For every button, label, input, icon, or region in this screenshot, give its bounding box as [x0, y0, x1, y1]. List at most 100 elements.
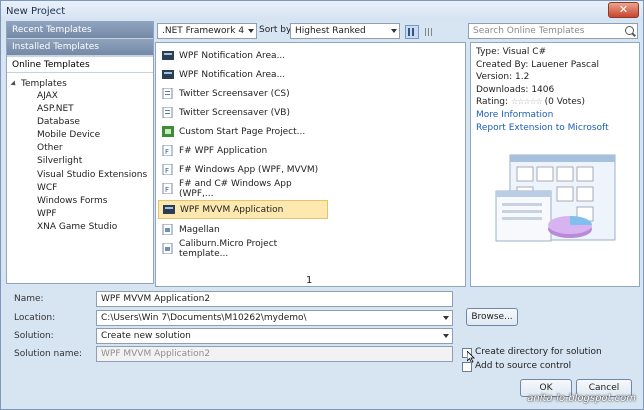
browse-button[interactable]: Browse... — [466, 308, 518, 326]
template-name: Caliburn.Micro Project template... — [179, 238, 278, 259]
name-label: Name: — [14, 294, 44, 304]
twitter-icon — [162, 107, 173, 118]
wpf-icon — [162, 51, 174, 60]
report-extension-link[interactable]: Report Extension to Microsoft — [476, 122, 639, 135]
solution-name-label: Solution name: — [14, 349, 83, 359]
template-name: F# Windows App (WPF, MVVM) — [179, 164, 319, 175]
chevron-down-icon — [391, 29, 397, 33]
tree-node-other[interactable]: Other — [12, 142, 153, 155]
tree-node-vs-extensions[interactable]: Visual Studio Extensions — [12, 169, 153, 182]
twitter-icon — [162, 88, 173, 99]
template-name: Custom Start Page Project... — [179, 126, 306, 137]
template-item[interactable]: WPF Notification Area... — [158, 65, 328, 84]
sort-select[interactable]: Highest Ranked — [290, 23, 400, 39]
template-item[interactable]: F F# WPF Application — [158, 141, 328, 160]
chevron-down-icon — [443, 334, 449, 338]
tree-node-templates[interactable]: Templates — [10, 77, 153, 90]
name-input[interactable]: WPF MVVM Application2 — [96, 291, 453, 307]
close-button[interactable]: ✕ — [608, 2, 639, 18]
tree-node-windows-forms[interactable]: Windows Forms — [12, 195, 153, 208]
framework-value: .NET Framework 4 — [162, 26, 245, 36]
tree-node-xna[interactable]: XNA Game Studio — [12, 221, 153, 234]
tree-node-wpf[interactable]: WPF — [12, 208, 153, 221]
source-control-checkbox[interactable] — [462, 362, 472, 372]
list-view-icon[interactable] — [405, 25, 419, 39]
startpage-icon — [162, 126, 174, 137]
fsharp-icon: F — [162, 183, 173, 194]
solution-value: Create new solution — [101, 331, 191, 341]
page-number[interactable]: 1 — [306, 275, 312, 286]
template-name: Magellan — [179, 224, 220, 235]
project-icon — [162, 243, 173, 254]
wpf-icon — [163, 205, 175, 214]
sidebar-item-recent-templates[interactable]: Recent Templates — [7, 22, 153, 39]
source-control-label[interactable]: Add to source control — [475, 361, 571, 371]
chevron-down-icon — [443, 316, 449, 320]
tree-node-silverlight[interactable]: Silverlight — [12, 155, 153, 168]
template-name: Twitter Screensaver (VB) — [179, 107, 290, 118]
framework-select[interactable]: .NET Framework 4 — [157, 23, 257, 39]
location-label: Location: — [14, 313, 56, 323]
search-placeholder: Search Online Templates — [473, 26, 585, 36]
template-details: Type: Visual C# Created By: Lauener Pasc… — [470, 42, 640, 287]
solution-select[interactable]: Create new solution — [96, 328, 453, 344]
rating-stars-icon: ☆☆☆☆☆ — [510, 97, 543, 107]
solution-name-input[interactable]: WPF MVVM Application2 — [96, 346, 453, 362]
rating-label: Rating: — [476, 97, 509, 108]
template-preview-image — [495, 154, 616, 242]
detail-version: Version: 1.2 — [476, 72, 530, 83]
project-form: Name: WPF MVVM Application2 Location: C:… — [6, 287, 638, 405]
solution-label: Solution: — [14, 331, 54, 341]
location-input[interactable]: C:\Users\Win 7\Documents\M10262\mydemo\ — [96, 310, 453, 326]
template-toolbar: .NET Framework 4 Sort by: Highest Ranked — [155, 21, 466, 41]
sidebar-item-installed-templates[interactable]: Installed Templates — [7, 39, 153, 56]
tree-root-label: Templates — [21, 78, 67, 89]
sidebar-item-online-templates[interactable]: Online Templates — [7, 56, 153, 73]
svg-text:F: F — [165, 148, 169, 156]
sort-label: Sort by: — [259, 25, 294, 35]
template-name: Twitter Screensaver (CS) — [179, 88, 290, 99]
template-item[interactable]: Magellan — [158, 220, 328, 239]
tree-node-database[interactable]: Database — [12, 116, 153, 129]
tree-node-aspnet[interactable]: ASP.NET — [12, 103, 153, 116]
expand-triangle-icon[interactable] — [10, 79, 18, 88]
tree-node-wcf[interactable]: WCF — [12, 182, 153, 195]
template-tree: Templates AJAX ASP.NET Database Mobile D… — [7, 73, 153, 234]
template-name: WPF Notification Area... — [179, 50, 286, 61]
detail-downloads: Downloads: 1406 — [476, 84, 555, 95]
detail-created-by: Created By: Lauener Pascal — [476, 59, 599, 70]
template-item[interactable]: WPF Notification Area... — [158, 46, 328, 65]
template-item[interactable]: F F# Windows App (WPF, MVVM) — [158, 160, 328, 179]
template-list: WPF Notification Area... WPF Notificatio… — [155, 42, 466, 287]
fsharp-icon: F — [162, 164, 173, 175]
title-bar: New Project ✕ — [1, 1, 643, 21]
template-item-selected[interactable]: WPF MVVM Application — [158, 200, 328, 219]
project-icon — [162, 224, 173, 235]
search-icon[interactable] — [625, 26, 634, 35]
sort-value: Highest Ranked — [295, 26, 366, 36]
template-name: WPF MVVM Application — [180, 204, 284, 215]
location-value: C:\Users\Win 7\Documents\M10262\mydemo\ — [101, 313, 307, 323]
more-information-link[interactable]: More Information — [476, 109, 639, 122]
svg-text:F: F — [165, 167, 169, 175]
template-item[interactable]: Twitter Screensaver (VB) — [158, 103, 328, 122]
create-directory-label[interactable]: Create directory for solution — [475, 347, 602, 357]
detail-rating: Rating: ☆☆☆☆☆ (0 Votes) — [476, 96, 639, 109]
template-item[interactable]: Custom Start Page Project... — [158, 122, 328, 141]
chevron-down-icon — [248, 29, 254, 33]
rating-votes: (0 Votes) — [544, 97, 586, 108]
window-title: New Project — [6, 6, 66, 17]
template-name: F# WPF Application — [179, 145, 268, 156]
template-item[interactable]: Caliburn.Micro Project template... — [158, 238, 328, 259]
watermark-text: anita-lo.blogspot.com — [527, 393, 636, 404]
tree-node-mobile-device[interactable]: Mobile Device — [12, 129, 153, 142]
template-item[interactable]: Twitter Screensaver (CS) — [158, 84, 328, 103]
detail-type: Type: Visual C# — [476, 47, 547, 57]
wpf-icon — [162, 70, 174, 79]
detail-view-icon[interactable] — [421, 25, 435, 39]
template-name: WPF Notification Area... — [179, 69, 286, 80]
tree-node-ajax[interactable]: AJAX — [12, 90, 153, 103]
template-sidebar: Recent Templates Installed Templates Onl… — [6, 21, 154, 284]
template-item[interactable]: F F# and C# Windows App (WPF,... — [158, 179, 328, 199]
search-input[interactable]: Search Online Templates — [468, 23, 638, 39]
